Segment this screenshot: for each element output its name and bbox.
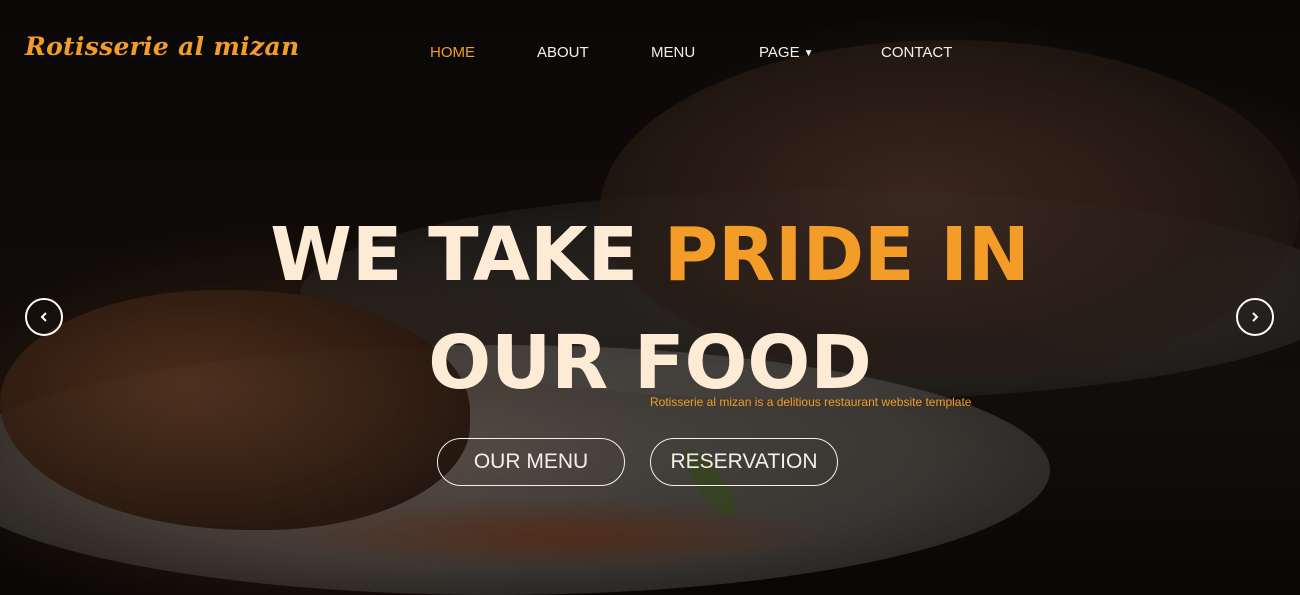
nav-item-home[interactable]: HOME [430,44,475,61]
hero-subtitle: Rotisserie al mizan is a delitious resta… [650,395,972,409]
headline-part1: WE TAKE [270,212,664,298]
caret-down-icon: ▼ [803,48,814,59]
hero-headline-line1: WE TAKE PRIDE IN [0,218,1300,292]
nav-item-page[interactable]: PAGE ▼ [759,44,813,61]
our-menu-button[interactable]: OUR MENU [437,438,625,486]
nav-item-menu[interactable]: MENU [651,44,695,61]
nav-item-page-label: PAGE [759,44,800,61]
chevron-left-icon [40,312,47,322]
headline-accent: PRIDE IN [663,212,1030,298]
nav-item-contact[interactable]: CONTACT [881,44,952,61]
hero-headline-line2: OUR FOOD [428,320,872,406]
nav-item-about[interactable]: ABOUT [537,44,589,61]
main-nav: HOME ABOUT MENU PAGE ▼ CONTACT [0,44,1300,64]
chevron-right-icon [1252,312,1259,322]
reservation-button[interactable]: RESERVATION [650,438,838,486]
